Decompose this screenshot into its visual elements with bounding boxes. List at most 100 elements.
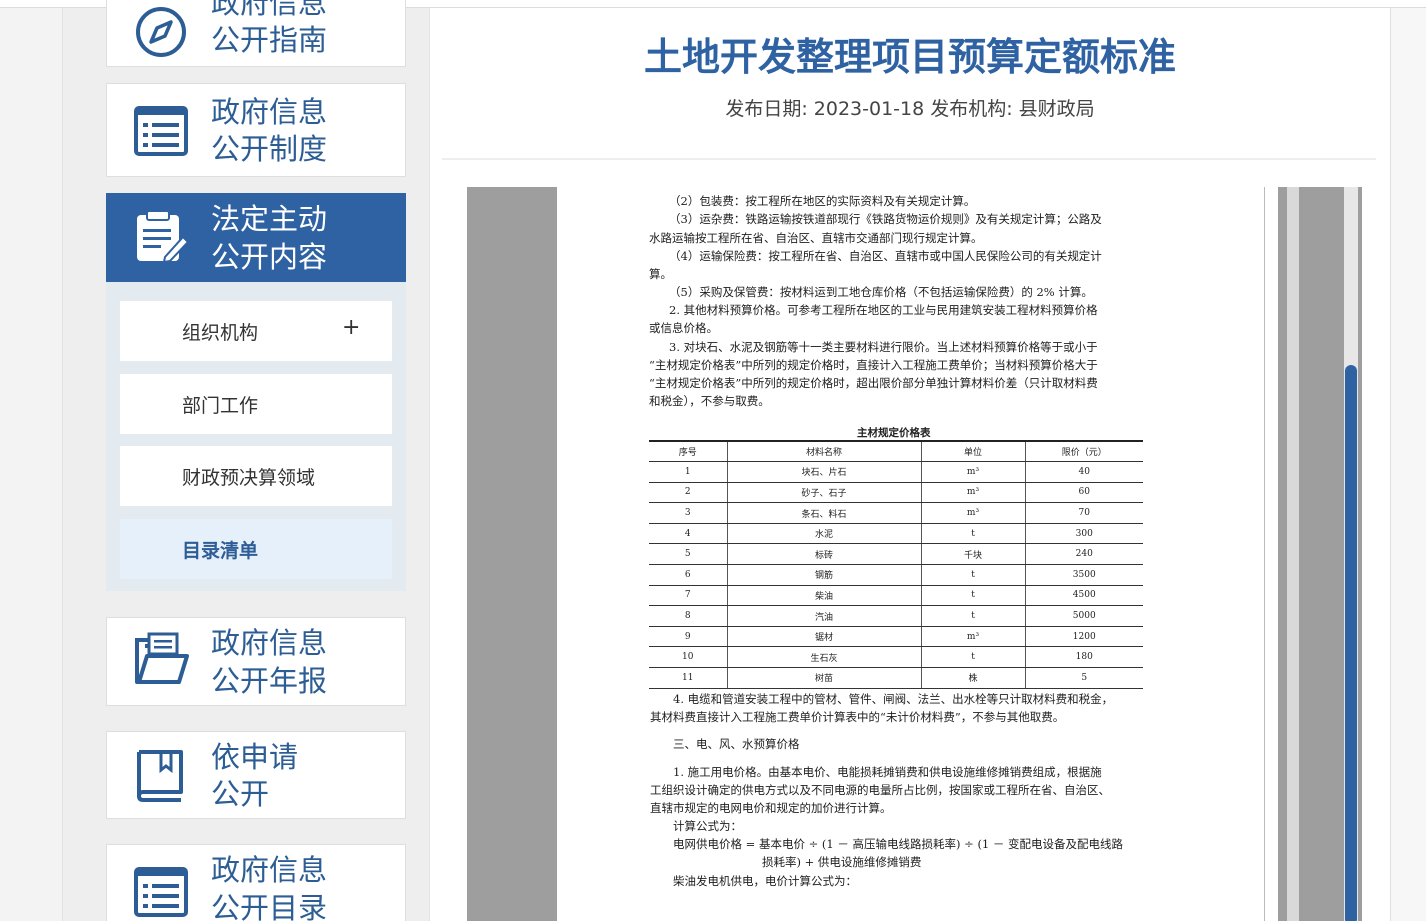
table-cell: 5000 (1024, 605, 1143, 627)
doc-line: 4. 电缆和管道安装工程中的管材、管件、闸阀、法兰、出水栓等只计取材料费和税金， (673, 692, 1114, 706)
document-viewer[interactable]: （2）包装费：按工程所在地区的实际资料及有关规定计算。 （3）运杂费：铁路运输按… (467, 187, 1362, 921)
nav-label-line2: 公开制度 (211, 132, 328, 166)
table-row: 5 标砖 千块 240 (649, 543, 1143, 566)
table-cell: 生石灰 (726, 646, 921, 669)
doc-line: （5）采购及保管费：按材料运到工地仓库价格（不包括运输保险费）的 2% 计算。 (669, 285, 1093, 299)
table-cell: t (920, 646, 1025, 669)
doc-line: 直辖市规定的电网电价和规定的加价进行计算。 (650, 801, 892, 815)
subnav-label: 组织机构 (182, 322, 259, 344)
sub-navigation: 组织机构 + 部门工作 财政预决算领域 目录清单 (106, 282, 406, 591)
nav-card-statutory-content[interactable]: 法定主动 公开内容 (106, 193, 406, 282)
doc-line: （2）包装费：按工程所在地区的实际资料及有关规定计算。 (669, 194, 976, 208)
table-header-cell: 单位 (920, 440, 1025, 463)
compass-icon (133, 4, 189, 60)
table-row: 9 锯材 m³ 1200 (649, 625, 1143, 648)
table-cell: 株 (920, 667, 1025, 689)
subnav-label: 部门工作 (182, 395, 259, 417)
table-cell: 块石、片石 (726, 461, 921, 483)
table-row: 4 水泥 t 300 (649, 522, 1143, 545)
viewer-scrollbar[interactable] (1344, 187, 1358, 921)
divider (442, 158, 1376, 160)
scanned-page: （2）包装费：按工程所在地区的实际资料及有关规定计算。 （3）运杂费：铁路运输按… (557, 187, 1294, 921)
doc-line: 其材料费直接计入工程施工费单价计算表中的“未计价材料费”，不参与其他取费。 (650, 710, 1065, 724)
nav-label-line1: 法定主动 (211, 202, 328, 236)
table-cell: 4 (649, 522, 727, 545)
doc-line: 柴油发电机供电，电价计算公式为： (673, 874, 857, 888)
doc-formula: 损耗率) + 供电设施维修摊销费 (762, 855, 922, 869)
table-cell: m³ (920, 502, 1025, 524)
doc-line: （3）运杂费：铁路运输按铁道部现行《铁路货物运价规则》及有关规定计算；公路及 (669, 212, 1102, 226)
subnav-item-department-work[interactable]: 部门工作 (120, 374, 392, 434)
table-cell: 70 (1024, 502, 1143, 524)
table-header-cell: 序号 (649, 440, 727, 463)
subnav-item-organization[interactable]: 组织机构 + (120, 301, 392, 361)
table-cell: m³ (920, 481, 1025, 504)
table-cell: t (920, 605, 1025, 627)
book-icon (133, 748, 189, 804)
table-cell: m³ (920, 625, 1025, 648)
table-row: 8 汽油 t 5000 (649, 605, 1143, 627)
nav-label-line1: 政府信息 (211, 0, 328, 20)
nav-card-catalog[interactable]: 政府信息 公开目录 (106, 844, 406, 921)
nav-label-line2: 公开内容 (211, 240, 328, 274)
table-cell: 5 (1024, 667, 1143, 689)
nav-card-system[interactable]: 政府信息 公开制度 (106, 83, 406, 177)
doc-line: “主材规定价格表”中所列的规定价格时，直接计入工程施工费单价；当材料预算价格大于 (649, 358, 1098, 372)
list-document-icon (133, 863, 189, 919)
table-title: 主材规定价格表 (857, 427, 931, 439)
nav-label-line2: 公开指南 (211, 23, 328, 57)
viewer-scrollbar-thumb[interactable] (1345, 365, 1357, 921)
table-header-cell: 限价（元） (1024, 440, 1143, 463)
article-title: 土地开发整理项目预算定额标准 (643, 35, 1176, 79)
subnav-label: 财政预决算领域 (182, 467, 316, 489)
article-meta: 发布日期: 2023-01-18 发布机构: 县财政局 (725, 98, 1095, 120)
table-cell: 锯材 (726, 625, 921, 648)
page-fold-line (1264, 187, 1265, 921)
table-cell: 柴油 (726, 584, 921, 607)
doc-line: “主材规定价格表”中所列的规定价格时，超出限价部分单独计算材料价差（只计取材料费 (649, 376, 1098, 390)
table-cell: 6 (649, 564, 727, 586)
table-cell: 汽油 (726, 605, 921, 627)
table-row: 3 条石、料石 m³ 70 (649, 502, 1143, 524)
table-header-row: 序号 材料名称 单位 限价（元） (649, 440, 1143, 463)
table-cell: t (920, 522, 1025, 545)
subnav-item-budget[interactable]: 财政预决算领域 (120, 446, 392, 506)
table-cell: 2 (649, 481, 727, 504)
table-cell: 标砖 (726, 543, 921, 566)
table-cell: 7 (649, 584, 727, 607)
doc-line: 3. 对块石、水泥及钢筋等十一类主要材料进行限价。当上述材料预算价格等于或小于 (669, 340, 1098, 354)
doc-line: 1. 施工用电价格。由基本电价、电能损耗摊销费和供电设施维修摊销费组成，根据施 (673, 765, 1102, 779)
doc-section-heading: 三、电、风、水预算价格 (673, 737, 800, 751)
table-cell: 1 (649, 461, 727, 483)
nav-label-line1: 依申请 (211, 740, 299, 774)
table-cell: 3500 (1024, 564, 1143, 586)
list-document-icon (133, 102, 189, 158)
table-cell: 11 (649, 667, 727, 689)
nav-card-annual-report[interactable]: 政府信息 公开年报 (106, 617, 406, 706)
table-header-cell: 材料名称 (726, 440, 921, 463)
nav-label-line2: 公开年报 (211, 664, 328, 698)
edit-document-icon (133, 209, 189, 265)
table-cell: 5 (649, 543, 727, 566)
table-cell: 9 (649, 625, 727, 648)
table-cell: 千块 (920, 543, 1025, 566)
table-row: 7 柴油 t 4500 (649, 584, 1143, 607)
table-row: 10 生石灰 t 180 (649, 646, 1143, 669)
nav-label-line1: 政府信息 (211, 853, 328, 887)
doc-line: 计算公式为： (673, 819, 742, 833)
nav-label-line2: 公开目录 (211, 891, 328, 921)
nav-card-guide[interactable]: 政府信息 公开指南 (106, 0, 406, 67)
expand-plus-icon[interactable]: + (342, 315, 360, 340)
table-cell: 砂子、石子 (726, 481, 921, 504)
subnav-item-catalog[interactable]: 目录清单 (120, 519, 392, 579)
table-cell: 300 (1024, 522, 1143, 545)
doc-line: 2. 其他材料预算价格。可参考工程所在地区的工业与民用建筑安装工程材料预算价格 (669, 303, 1098, 317)
table-row: 6 钢筋 t 3500 (649, 564, 1143, 586)
doc-line: 算。 (649, 267, 672, 281)
nav-label-line1: 政府信息 (211, 95, 328, 129)
nav-card-on-request[interactable]: 依申请 公开 (106, 731, 406, 819)
table-cell: 40 (1024, 461, 1143, 483)
table-cell: 60 (1024, 481, 1143, 504)
table-cell: m³ (920, 461, 1025, 483)
table-row: 1 块石、片石 m³ 40 (649, 461, 1143, 483)
